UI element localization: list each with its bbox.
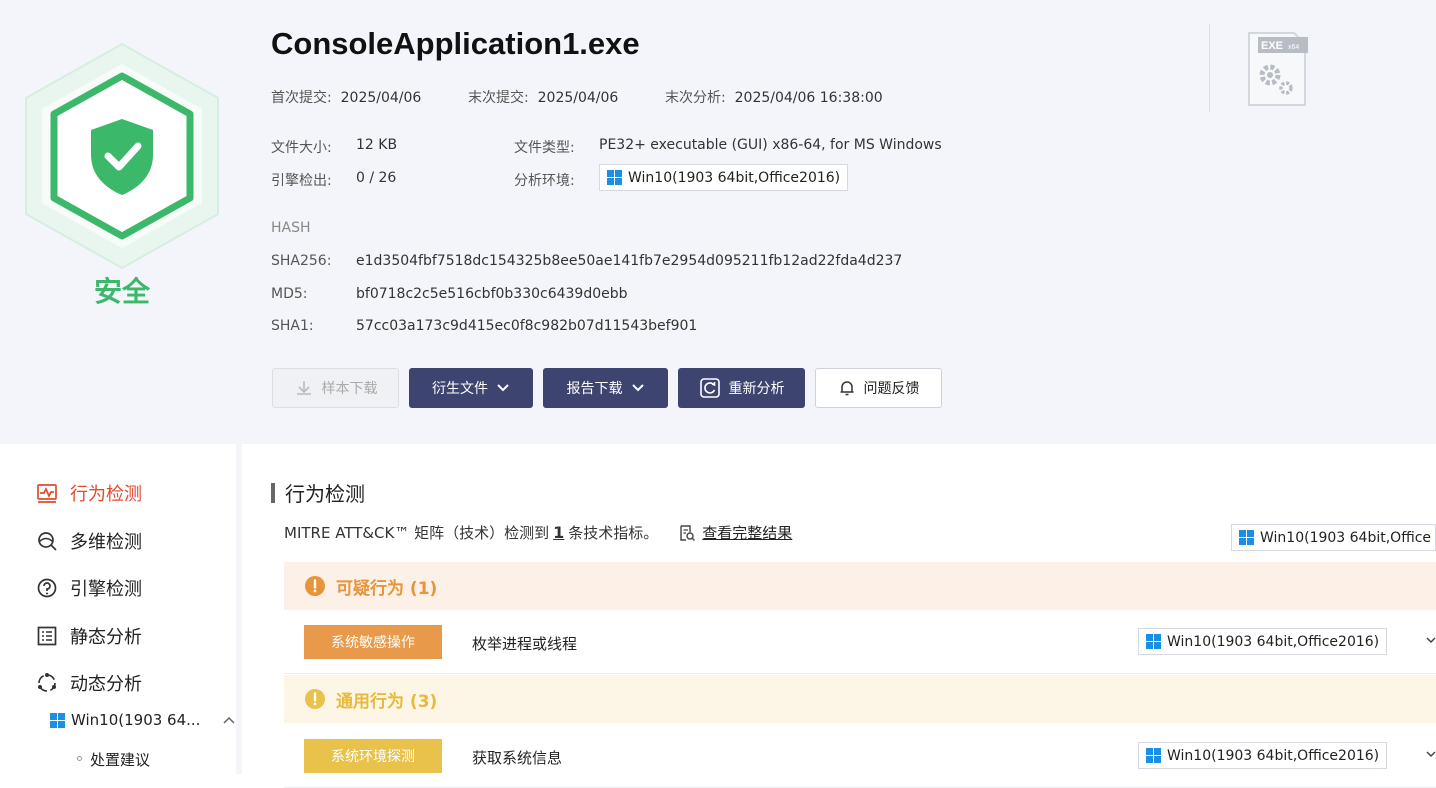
svg-text:EXE: EXE <box>1261 40 1283 52</box>
list-icon <box>37 626 57 646</box>
activity-icon <box>37 484 57 503</box>
behavior-row[interactable]: 系统环境探测 获取系统信息 Win10(1903 64bit,Office201… <box>284 724 1436 788</box>
sidebar-item-multi[interactable]: 多维检测 <box>36 528 142 554</box>
general-section-header[interactable]: 通用行为 (3) <box>284 675 1436 723</box>
dynamic-icon <box>38 673 56 692</box>
divider <box>1209 24 1210 112</box>
sidebar-sub-env[interactable]: Win10(1903 64... <box>50 711 236 729</box>
file-size: 文件大小: 12 KB <box>271 137 398 156</box>
sidebar-item-engine[interactable]: 引擎检测 <box>36 575 142 601</box>
warning-icon <box>305 576 325 596</box>
download-sample-button[interactable]: 样本下载 <box>272 368 399 408</box>
sha256-row: SHA256: e1d3504fbf7518dc154325b8ee50ae14… <box>271 253 903 269</box>
md5-value: bf0718c2c5e516cbf0b330c6439d0ebb <box>356 286 628 302</box>
engine-detections: 引擎检出: 0 / 26 <box>271 170 397 189</box>
env-tag: Win10(1903 64bit,Office2016) <box>1138 742 1388 769</box>
chevron-down-icon <box>497 384 509 392</box>
document-search-icon <box>680 524 696 541</box>
env-tag: Win10(1903 64bit,Office2016) <box>599 164 849 191</box>
windows-icon <box>1239 530 1254 545</box>
chevron-down-icon[interactable] <box>1426 749 1436 759</box>
suspicious-section-header[interactable]: 可疑行为 (1) <box>284 562 1436 610</box>
sha1-row: SHA1: 57cc03a173c9d415ec0f8c982b07d11543… <box>271 318 698 334</box>
analysis-env: 分析环境: <box>514 173 575 189</box>
sidebar-item-static[interactable]: 静态分析 <box>36 623 142 649</box>
sidebar-item-behavior[interactable]: 行为检测 <box>36 480 142 506</box>
category-tag: 系统敏感操作 <box>304 625 442 659</box>
sidebar-item-advice[interactable]: 处置建议 <box>90 749 150 770</box>
reanalyze-button[interactable]: 重新分析 <box>678 368 805 408</box>
file-name: ConsoleApplication1.exe <box>271 26 640 61</box>
download-icon <box>296 381 311 395</box>
behavior-text: 枚举进程或线程 <box>472 635 578 653</box>
view-full-results-link[interactable]: 查看完整结果 <box>678 522 792 543</box>
sha256-value: e1d3504fbf7518dc154325b8ee50ae141fb7e295… <box>356 253 903 269</box>
svg-text:x64: x64 <box>1288 44 1299 51</box>
multi-scan-icon <box>38 532 57 551</box>
behavior-text: 获取系统信息 <box>472 749 563 767</box>
file-type: 文件类型: PE32+ executable (GUI) x86-64, for… <box>514 137 942 156</box>
mitre-summary: MITRE ATT&CK™ 矩阵（技术）检测到 1 条技术指标。 查看完整结果 <box>284 522 793 543</box>
report-download-button[interactable]: 报告下载 <box>543 368 668 408</box>
chevron-down-icon[interactable] <box>1426 635 1436 645</box>
refresh-icon <box>699 378 720 398</box>
exe-file-icon: EXE x64 <box>1248 32 1308 106</box>
category-tag: 系统环境探测 <box>304 739 442 773</box>
warning-icon <box>305 689 325 709</box>
derived-files-button[interactable]: 衍生文件 <box>409 368 533 408</box>
sidebar-item-dynamic[interactable]: 动态分析 <box>36 670 142 696</box>
windows-icon <box>607 170 622 185</box>
chevron-down-icon <box>631 384 644 392</box>
sha1-value: 57cc03a173c9d415ec0f8c982b07d11543bef901 <box>356 318 698 334</box>
last-submit: 末次提交: 2025/04/06 <box>468 90 619 106</box>
feedback-button[interactable]: 问题反馈 <box>815 368 942 408</box>
chevron-up-icon <box>223 716 235 724</box>
windows-icon <box>1146 748 1161 763</box>
section-heading: 行为检测 <box>271 478 365 507</box>
bell-icon <box>840 381 853 396</box>
md5-row: MD5: bf0718c2c5e516cbf0b330c6439d0ebb <box>271 286 628 302</box>
tree-dot <box>77 756 82 761</box>
env-tag: Win10(1903 64bit,Office2016) <box>1138 628 1388 655</box>
hash-heading: HASH <box>271 220 311 236</box>
first-submit: 首次提交: 2025/04/06 <box>271 90 422 106</box>
windows-icon <box>50 712 65 728</box>
verdict-label: 安全 <box>93 275 150 308</box>
engine-icon <box>37 578 57 598</box>
last-analysis: 末次分析: 2025/04/06 16:38:00 <box>665 90 883 106</box>
behavior-row[interactable]: 系统敏感操作 枚举进程或线程 Win10(1903 64bit,Office20… <box>284 610 1436 674</box>
safe-badge <box>25 42 219 270</box>
env-select[interactable]: Win10(1903 64bit,Office <box>1231 524 1436 551</box>
windows-icon <box>1146 634 1161 649</box>
